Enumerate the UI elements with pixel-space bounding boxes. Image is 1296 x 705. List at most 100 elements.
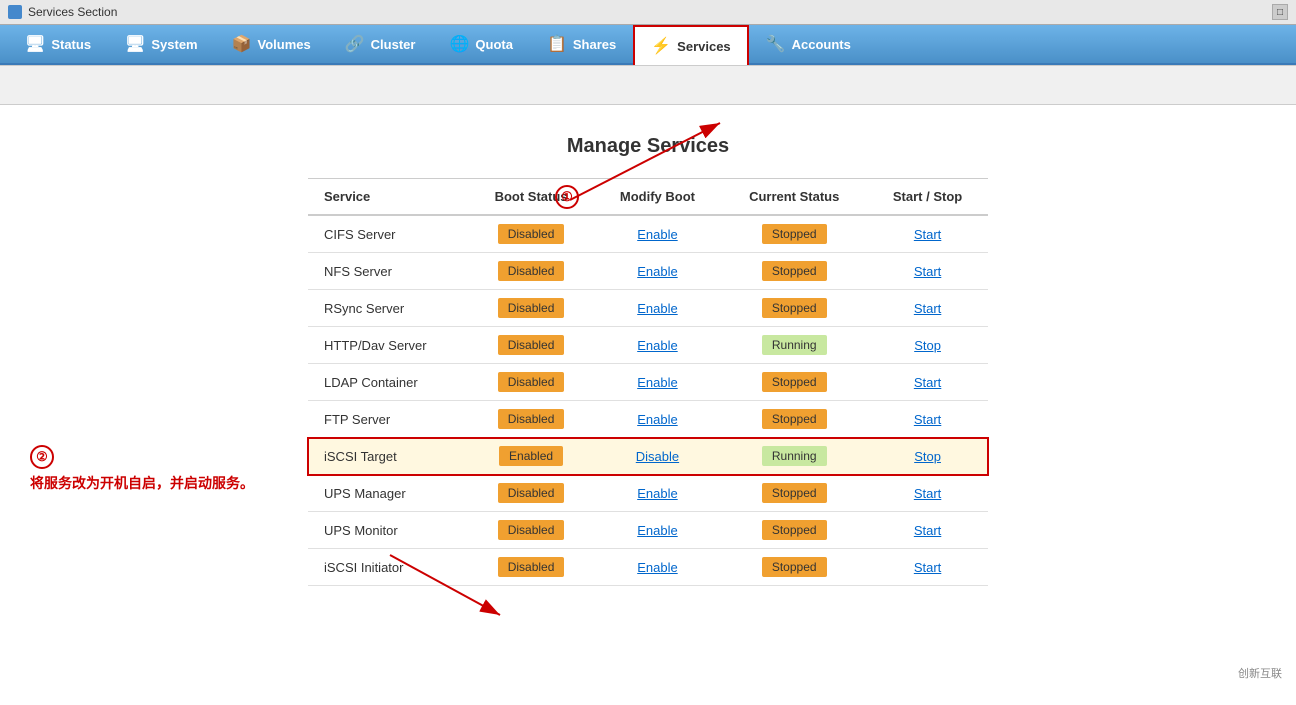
boot-status-badge: Enabled — [499, 446, 563, 466]
current-status-cell: Stopped — [721, 253, 867, 290]
current-status-badge: Stopped — [762, 520, 827, 540]
boot-status-cell: Disabled — [468, 215, 593, 253]
modify-boot-cell[interactable]: Enable — [594, 549, 722, 586]
current-status-badge: Running — [762, 446, 827, 466]
annotation-2: ② 将服务改为开机自启，并启动服务。 — [30, 445, 254, 493]
nav-cluster-label: Cluster — [371, 37, 416, 52]
modify-boot-cell[interactable]: Enable — [594, 512, 722, 549]
modify-boot-cell[interactable]: Enable — [594, 253, 722, 290]
stop-button[interactable]: Stop — [914, 449, 941, 464]
nav-volumes[interactable]: 📦 Volumes — [215, 25, 328, 63]
modify-boot-button[interactable]: Enable — [637, 523, 677, 538]
service-name: HTTP/Dav Server — [308, 327, 468, 364]
table-row: CIFS ServerDisabledEnableStoppedStart — [308, 215, 988, 253]
nav-quota[interactable]: 🌐 Quota — [432, 25, 529, 63]
modify-boot-button[interactable]: Enable — [637, 560, 677, 575]
nav-shares-label: Shares — [573, 37, 616, 52]
boot-status-badge: Disabled — [498, 372, 565, 392]
watermark-text: 创新互联 — [1238, 668, 1282, 680]
title-bar: Services Section □ — [0, 0, 1296, 25]
modify-boot-cell[interactable]: Enable — [594, 401, 722, 438]
boot-status-badge: Disabled — [498, 557, 565, 577]
close-icon: □ — [1277, 7, 1283, 18]
nav-cluster[interactable]: 🔗 Cluster — [328, 25, 433, 63]
start-button[interactable]: Start — [914, 301, 941, 316]
modify-boot-cell[interactable]: Enable — [594, 364, 722, 401]
nav-status[interactable]: 🖥 Status — [8, 25, 108, 63]
nav-quota-label: Quota — [475, 37, 513, 52]
boot-status-badge: Disabled — [498, 298, 565, 318]
col-start-stop: Start / Stop — [867, 179, 988, 216]
page-wrapper: Services Section □ 🖥 Status 🖥 System 📦 V… — [0, 0, 1296, 705]
modify-boot-button[interactable]: Enable — [637, 301, 677, 316]
start-stop-cell[interactable]: Stop — [867, 327, 988, 364]
start-button[interactable]: Start — [914, 560, 941, 575]
window-title: Services Section — [28, 5, 117, 19]
start-button[interactable]: Start — [914, 486, 941, 501]
modify-boot-button[interactable]: Enable — [637, 264, 677, 279]
col-current-status: Current Status — [721, 179, 867, 216]
boot-status-badge: Disabled — [498, 520, 565, 540]
modify-boot-cell[interactable]: Enable — [594, 475, 722, 512]
status-icon: 🖥 — [25, 34, 45, 54]
annotation-chinese-text: 将服务改为开机自启，并启动服务。 — [30, 473, 254, 493]
modify-boot-cell[interactable]: Enable — [594, 327, 722, 364]
nav-status-label: Status — [51, 37, 91, 52]
start-stop-cell[interactable]: Start — [867, 290, 988, 327]
main-content: ① Manage Services Service Boot Status Mo… — [0, 105, 1296, 705]
start-button[interactable]: Start — [914, 227, 941, 242]
services-table: Service Boot Status Modify Boot Current … — [308, 178, 988, 586]
stop-button[interactable]: Stop — [914, 338, 941, 353]
modify-boot-cell[interactable]: Enable — [594, 290, 722, 327]
modify-boot-cell[interactable]: Disable — [594, 438, 722, 475]
nav-accounts[interactable]: 🔧 Accounts — [749, 25, 868, 63]
accounts-icon: 🔧 — [766, 34, 786, 54]
start-stop-cell[interactable]: Start — [867, 475, 988, 512]
boot-status-badge: Disabled — [498, 261, 565, 281]
current-status-cell: Stopped — [721, 475, 867, 512]
table-row: NFS ServerDisabledEnableStoppedStart — [308, 253, 988, 290]
circle-1: ① — [555, 185, 579, 209]
annotation-1: ① — [555, 185, 579, 209]
modify-boot-button[interactable]: Enable — [637, 486, 677, 501]
start-button[interactable]: Start — [914, 375, 941, 390]
start-stop-cell[interactable]: Start — [867, 215, 988, 253]
start-stop-cell[interactable]: Start — [867, 549, 988, 586]
modify-boot-button[interactable]: Enable — [637, 227, 677, 242]
current-status-badge: Stopped — [762, 409, 827, 429]
service-name: iSCSI Target — [308, 438, 468, 475]
modify-boot-button[interactable]: Enable — [637, 338, 677, 353]
table-row: iSCSI InitiatorDisabledEnableStoppedStar… — [308, 549, 988, 586]
table-row: UPS ManagerDisabledEnableStoppedStart — [308, 475, 988, 512]
current-status-cell: Stopped — [721, 364, 867, 401]
boot-status-badge: Disabled — [498, 224, 565, 244]
start-stop-cell[interactable]: Start — [867, 364, 988, 401]
service-name: LDAP Container — [308, 364, 468, 401]
start-button[interactable]: Start — [914, 523, 941, 538]
close-button[interactable]: □ — [1272, 4, 1288, 20]
page-title: Manage Services — [30, 135, 1266, 158]
start-stop-cell[interactable]: Stop — [867, 438, 988, 475]
nav-system[interactable]: 🖥 System — [108, 25, 215, 63]
nav-shares[interactable]: 📋 Shares — [530, 25, 633, 63]
table-row: RSync ServerDisabledEnableStoppedStart — [308, 290, 988, 327]
modify-boot-cell[interactable]: Enable — [594, 215, 722, 253]
boot-status-cell: Disabled — [468, 549, 593, 586]
boot-status-cell: Disabled — [468, 253, 593, 290]
watermark: 创新互联 — [1232, 663, 1288, 683]
start-button[interactable]: Start — [914, 264, 941, 279]
modify-boot-button[interactable]: Disable — [636, 449, 679, 464]
nav-services-label: Services — [677, 39, 731, 54]
table-row: LDAP Container Disabled Enable Stopped Start — [308, 364, 988, 401]
start-stop-cell[interactable]: Start — [867, 401, 988, 438]
circle-2: ② — [30, 445, 54, 469]
nav-services[interactable]: ⚡ Services — [633, 25, 748, 65]
start-button[interactable]: Start — [914, 412, 941, 427]
current-status-cell: Stopped — [721, 290, 867, 327]
modify-boot-button[interactable]: Enable — [637, 375, 677, 390]
col-service: Service — [308, 179, 468, 216]
start-stop-cell[interactable]: Start — [867, 253, 988, 290]
modify-boot-button[interactable]: Enable — [637, 412, 677, 427]
col-modify-boot: Modify Boot — [594, 179, 722, 216]
start-stop-cell[interactable]: Start — [867, 512, 988, 549]
